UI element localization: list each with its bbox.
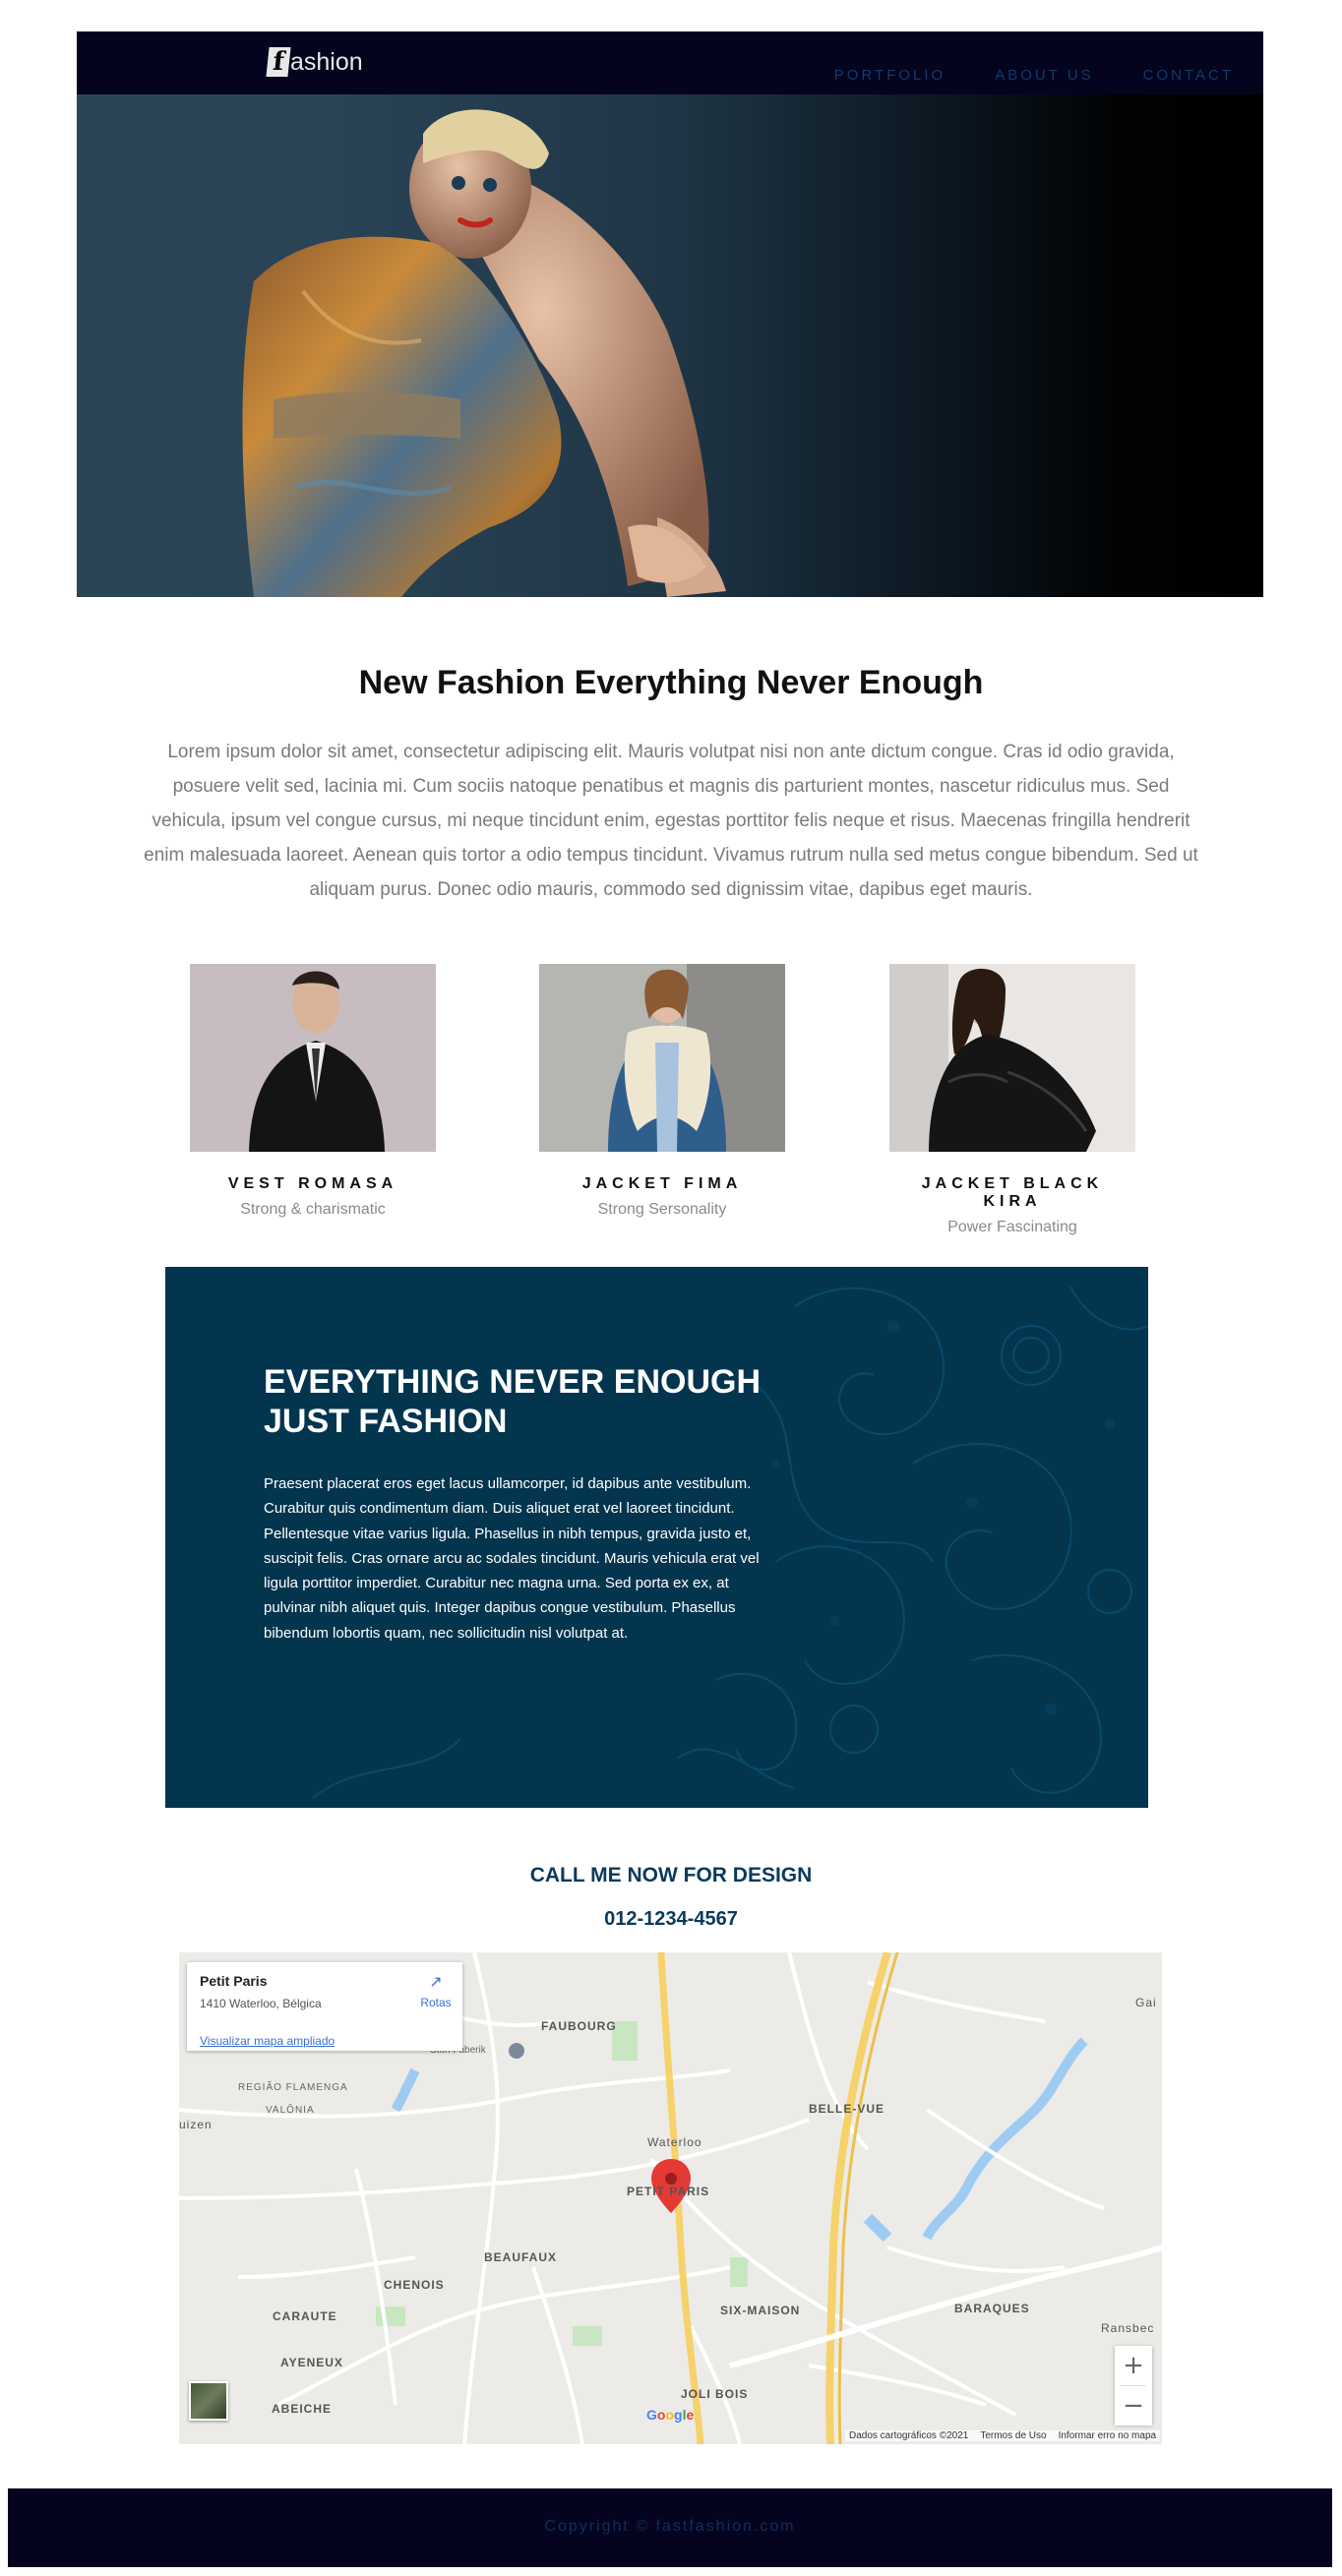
nav-about-us[interactable]: ABOUT US xyxy=(995,67,1093,84)
main-nav: PORTFOLIO ABOUT US CONTACT xyxy=(834,67,1234,84)
product-name: JACKET BLACK KIRA xyxy=(921,1175,1104,1210)
directions-icon: ↗ xyxy=(429,1974,443,1991)
product-card[interactable]: JACKET BLACK KIRA Power Fascinating xyxy=(889,964,1135,1236)
directions-label: Rotas xyxy=(420,1996,452,2009)
product-card[interactable]: JACKET FIMA Strong Sersonality xyxy=(539,964,785,1219)
product-name: VEST ROMASA xyxy=(227,1175,398,1192)
map-label: FAUBOURG xyxy=(541,2019,617,2033)
map-park xyxy=(730,2257,748,2287)
product-subtitle: Strong Sersonality xyxy=(597,1201,727,1218)
footer: Copyright © fastfashion.com xyxy=(8,2488,1332,2567)
map-data-credit: Dados cartográficos ©2021 xyxy=(849,2430,969,2441)
map-label: uizen xyxy=(179,2118,213,2131)
map-park xyxy=(573,2326,602,2346)
map-label: ABEICHE xyxy=(272,2402,333,2416)
google-logo: Google xyxy=(646,2407,695,2423)
product-name: JACKET FIMA xyxy=(581,1175,743,1192)
map-label: BELLE-VUE xyxy=(809,2102,885,2116)
nav-contact[interactable]: CONTACT xyxy=(1143,67,1234,84)
satellite-toggle[interactable] xyxy=(189,2381,228,2421)
product-photo-jacket-black-kira xyxy=(889,964,1135,1152)
map-info-card: Petit Paris 1410 Waterloo, Bélgica Visua… xyxy=(187,1962,462,2051)
product-photo-vest-romasa xyxy=(190,964,436,1152)
map-water xyxy=(391,2067,420,2113)
map-label: CARAUTE xyxy=(273,2309,337,2323)
map-park xyxy=(376,2306,405,2326)
product-subtitle: Power Fascinating xyxy=(947,1219,1077,1235)
hero-image xyxy=(77,94,1263,597)
intro-text: Lorem ipsum dolor sit amet, consectetur … xyxy=(144,742,1198,900)
intro-title: New Fashion Everything Never Enough xyxy=(358,664,984,701)
product-image[interactable] xyxy=(889,964,1135,1152)
embedded-map[interactable]: FAUBOURG Stoh Faberik REGIÃO FLAMENGA VA… xyxy=(179,1952,1162,2444)
call-title: CALL ME NOW FOR DESIGN xyxy=(529,1864,813,1887)
terms-link[interactable]: Termos de Uso xyxy=(980,2430,1046,2441)
product-image[interactable] xyxy=(539,964,785,1152)
poi-icon xyxy=(509,2043,524,2059)
map-label: Waterloo xyxy=(647,2135,702,2149)
hero-section: f ashion PORTFOLIO ABOUT US CONTACT xyxy=(77,31,1263,597)
view-larger-map-link[interactable]: Visualizar mapa ampliado xyxy=(200,2034,335,2048)
map-attribution: Dados cartográficos ©2021 Termos de Uso … xyxy=(845,2430,1161,2441)
map-water xyxy=(922,2037,1088,2241)
map-label: REGIÃO FLAMENGA xyxy=(238,2082,348,2093)
zoom-in-icon[interactable]: + xyxy=(1115,2346,1152,2385)
logo-text: ashion xyxy=(290,47,363,76)
banner-text: Praesent placerat eros eget lacus ullamc… xyxy=(264,1475,760,1642)
banner-title: EVERYTHING NEVER ENOUGH JUST FASHION xyxy=(264,1362,761,1441)
map-label: Ransbec xyxy=(1101,2321,1155,2335)
directions-button[interactable]: ↗ Rotas xyxy=(416,1974,456,2009)
map-label: VALÔNIA xyxy=(266,2105,315,2116)
product-photo-jacket-fima xyxy=(539,964,785,1152)
map-water xyxy=(863,2213,892,2243)
top-navbar: f ashion PORTFOLIO ABOUT US CONTACT xyxy=(77,31,1263,94)
zoom-controls: + − xyxy=(1115,2346,1152,2426)
map-label: CHENOIS xyxy=(384,2278,445,2292)
report-error-link[interactable]: Informar erro no mapa xyxy=(1059,2430,1157,2441)
product-image[interactable] xyxy=(190,964,436,1152)
map-label: JOLI BOIS xyxy=(681,2387,749,2401)
products-section: VEST ROMASA Strong & charismatic JACKET … xyxy=(0,964,1342,1235)
map-label: BARAQUES xyxy=(954,2302,1030,2315)
logo-mark: f xyxy=(266,47,291,77)
map-label: PETIT PARIS xyxy=(627,2185,710,2198)
place-address: 1410 Waterloo, Bélgica xyxy=(200,1997,322,2010)
nav-portfolio[interactable]: PORTFOLIO xyxy=(834,67,946,84)
hero-model-illustration xyxy=(242,109,726,597)
call-phone[interactable]: 012-1234-4567 xyxy=(0,1908,1342,1931)
product-subtitle: Strong & charismatic xyxy=(240,1201,386,1218)
copyright-text: Copyright © fastfashion.com xyxy=(544,2518,796,2535)
map-label: AYENEUX xyxy=(280,2356,343,2369)
map-label: BEAUFAUX xyxy=(484,2250,558,2264)
map-label: Gai xyxy=(1135,1996,1157,2009)
place-name: Petit Paris xyxy=(200,1973,268,1989)
banner-title-line-1: EVERYTHING NEVER ENOUGH xyxy=(264,1363,762,1401)
site-logo[interactable]: f ashion xyxy=(266,47,363,77)
banner-title-line-2: JUST FASHION xyxy=(264,1403,508,1440)
zoom-out-icon[interactable]: − xyxy=(1115,2386,1152,2426)
product-card[interactable]: VEST ROMASA Strong & charismatic xyxy=(190,964,436,1219)
map-label: SIX-MAISON xyxy=(720,2304,801,2317)
promo-banner: EVERYTHING NEVER ENOUGH JUST FASHION Pra… xyxy=(165,1267,1148,1808)
